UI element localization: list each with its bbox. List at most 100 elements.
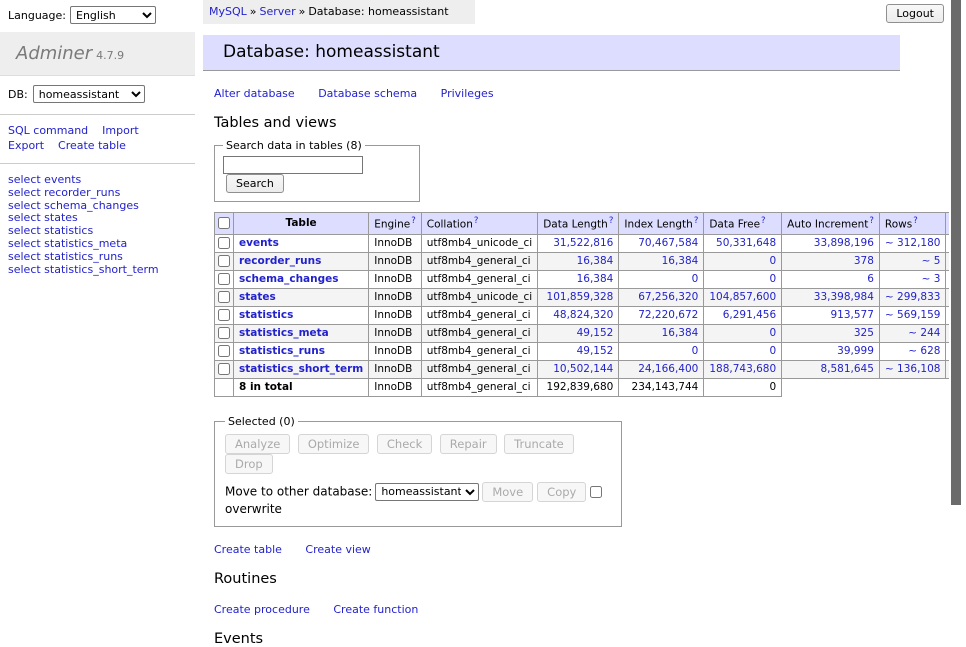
create-function-link[interactable]: Create function <box>333 603 418 616</box>
row-checkbox[interactable] <box>218 237 230 249</box>
tables-header-row: TableEngine?Collation?Data Length?Index … <box>215 213 966 235</box>
cell-name: states <box>234 288 369 306</box>
cell-data-length: 31,522,816 <box>538 234 619 252</box>
select-all-cell <box>215 213 234 235</box>
main-content: MySQL»Server»Database: homeassistant Dat… <box>203 0 950 647</box>
row-checkbox[interactable] <box>218 345 230 357</box>
cell-data-length: 101,859,328 <box>538 288 619 306</box>
app-version[interactable]: 4.7.9 <box>96 49 124 62</box>
privileges-link[interactable]: Privileges <box>441 87 494 100</box>
table-name-link[interactable]: statistics <box>239 309 293 321</box>
create-links-row: Create table Create view <box>214 543 950 556</box>
cell-data-free: 104,857,600 <box>704 288 782 306</box>
table-row: statistics_runsInnoDButf8mb4_general_ci4… <box>215 342 966 360</box>
move-label: Move to other database: <box>225 484 372 498</box>
routine-links-row: Create procedure Create function <box>214 603 950 616</box>
total-data-free: 0 <box>704 378 782 396</box>
table-name-link[interactable]: events <box>239 237 279 249</box>
cell-name: statistics_meta <box>234 324 369 342</box>
create-procedure-link[interactable]: Create procedure <box>214 603 310 616</box>
analyze-button[interactable]: Analyze <box>225 434 290 454</box>
row-checkbox[interactable] <box>218 309 230 321</box>
cell-collation: utf8mb4_general_ci <box>421 252 537 270</box>
select-all-checkbox[interactable] <box>218 217 230 229</box>
create-view-link[interactable]: Create view <box>305 543 370 556</box>
events-heading: Events <box>214 631 950 647</box>
drop-button[interactable]: Drop <box>225 454 273 474</box>
help-icon[interactable]: ? <box>761 216 766 226</box>
total-data-length: 192,839,680 <box>538 378 619 396</box>
sidebar-select-statistics-meta-link[interactable]: select statistics_meta <box>8 238 183 251</box>
column-header-label: Table <box>286 217 317 229</box>
import-link[interactable]: Import <box>102 124 139 137</box>
db-select[interactable]: homeassistant <box>33 85 145 103</box>
total-index-length: 234,143,744 <box>619 378 704 396</box>
help-icon[interactable]: ? <box>474 216 479 226</box>
breadcrumb-server-link[interactable]: Server <box>260 5 296 18</box>
cell-data-length: 16,384 <box>538 270 619 288</box>
help-icon[interactable]: ? <box>609 216 614 226</box>
table-name-link[interactable]: recorder_runs <box>239 255 321 267</box>
overwrite-checkbox[interactable] <box>590 486 602 498</box>
column-header-label: Auto Increment <box>787 219 868 231</box>
cell-data-free: 0 <box>704 252 782 270</box>
sql-command-link[interactable]: SQL command <box>8 124 88 137</box>
cell-collation: utf8mb4_unicode_ci <box>421 234 537 252</box>
row-checkbox[interactable] <box>218 327 230 339</box>
table-name-link[interactable]: statistics_meta <box>239 327 329 339</box>
cell-data-length: 16,384 <box>538 252 619 270</box>
cell-index-length: 70,467,584 <box>619 234 704 252</box>
create-table-link[interactable]: Create table <box>58 139 126 152</box>
alter-database-link[interactable]: Alter database <box>214 87 295 100</box>
cell-rows: ~ 299,833 <box>879 288 946 306</box>
row-checkbox-cell <box>215 342 234 360</box>
sidebar-select-statistics-short-term-link[interactable]: select statistics_short_term <box>8 264 183 277</box>
breadcrumb-mysql-link[interactable]: MySQL <box>209 5 247 18</box>
help-icon[interactable]: ? <box>411 216 416 226</box>
move-button[interactable]: Move <box>482 482 533 502</box>
tables-and-views-heading: Tables and views <box>214 115 950 131</box>
optimize-button[interactable]: Optimize <box>298 434 370 454</box>
database-schema-link[interactable]: Database schema <box>318 87 417 100</box>
help-icon[interactable]: ? <box>869 216 874 226</box>
language-select[interactable]: English <box>70 6 156 24</box>
row-checkbox[interactable] <box>218 291 230 303</box>
cell-collation: utf8mb4_unicode_ci <box>421 288 537 306</box>
column-header-label: Collation <box>427 219 473 231</box>
search-input[interactable] <box>223 156 363 174</box>
row-checkbox[interactable] <box>218 273 230 285</box>
help-icon[interactable]: ? <box>694 216 699 226</box>
truncate-button[interactable]: Truncate <box>504 434 574 454</box>
table-name-link[interactable]: schema_changes <box>239 273 339 285</box>
db-selector-row: DB:homeassistant <box>0 76 195 115</box>
column-header-collation: Collation? <box>421 213 537 235</box>
create-table-link-main[interactable]: Create table <box>214 543 282 556</box>
sidebar-select-recorder-runs-link[interactable]: select recorder_runs <box>8 187 183 200</box>
table-name-link[interactable]: statistics_runs <box>239 345 325 357</box>
repair-button[interactable]: Repair <box>440 434 497 454</box>
scrollbar-thumb[interactable] <box>951 0 961 505</box>
copy-button[interactable]: Copy <box>537 482 586 502</box>
table-name-link[interactable]: statistics_short_term <box>239 363 363 375</box>
sidebar-select-statistics-runs-link[interactable]: select statistics_runs <box>8 251 183 264</box>
column-header-data-length: Data Length? <box>538 213 619 235</box>
cell-index-length: 0 <box>619 342 704 360</box>
total-collation: utf8mb4_general_ci <box>421 378 537 396</box>
row-checkbox[interactable] <box>218 363 230 375</box>
app-logo[interactable]: Adminer <box>16 43 92 64</box>
vertical-scrollbar[interactable] <box>949 0 966 543</box>
cell-rows: ~ 3 <box>879 270 946 288</box>
check-button[interactable]: Check <box>377 434 432 454</box>
help-icon[interactable]: ? <box>913 216 918 226</box>
breadcrumb-current: Database: homeassistant <box>308 5 448 18</box>
row-checkbox[interactable] <box>218 255 230 267</box>
search-button[interactable]: Search <box>226 174 284 193</box>
page-title: Database: homeassistant <box>203 35 900 71</box>
row-checkbox-cell <box>215 324 234 342</box>
cell-name: statistics_runs <box>234 342 369 360</box>
cell-name: statistics_short_term <box>234 360 369 378</box>
export-link[interactable]: Export <box>8 139 44 152</box>
move-db-select[interactable]: homeassistant <box>375 483 479 501</box>
table-name-link[interactable]: states <box>239 291 276 303</box>
sidebar-select-events-link[interactable]: select events <box>8 174 183 187</box>
